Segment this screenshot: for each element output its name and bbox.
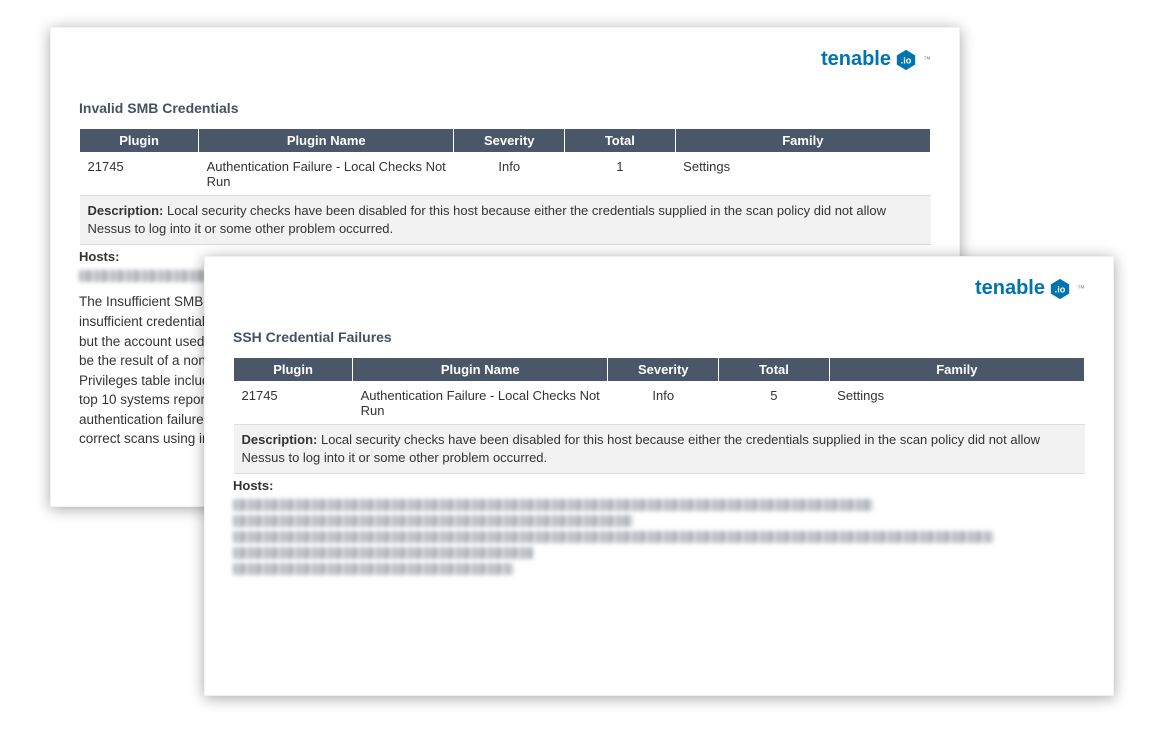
brand-name: tenable: [821, 48, 891, 71]
cell-plugin: 21745: [80, 153, 199, 196]
description-row: Description: Local security checks have …: [234, 425, 1085, 474]
table-row: 21745 Authentication Failure - Local Che…: [80, 153, 931, 196]
col-family: Family: [829, 358, 1084, 382]
description-text: Local security checks have been disabled…: [88, 203, 887, 236]
cell-plugin-name: Authentication Failure - Local Checks No…: [199, 153, 454, 196]
cell-severity: Info: [454, 153, 565, 196]
redacted-line: [233, 515, 633, 527]
cell-severity: Info: [608, 382, 719, 425]
stage: tenable .io ™ Invalid SMB Credentials Pl…: [0, 0, 1153, 746]
hosts-list-redacted: [233, 499, 1085, 575]
col-severity: Severity: [608, 358, 719, 382]
section-title-smb: Invalid SMB Credentials: [79, 100, 931, 116]
hosts-label: Hosts:: [233, 478, 1085, 493]
cell-family: Settings: [675, 153, 930, 196]
description-row: Description: Local security checks have …: [80, 196, 931, 245]
hex-icon: .io: [895, 49, 917, 71]
report-page-ssh: tenable .io ™ SSH Credential Failures Pl…: [204, 256, 1114, 696]
col-severity: Severity: [454, 129, 565, 153]
redacted-line: [233, 531, 993, 543]
description-label: Description:: [242, 432, 318, 447]
report-table-smb: Plugin Plugin Name Severity Total Family…: [79, 128, 931, 245]
redacted-line: [233, 563, 513, 575]
col-plugin: Plugin: [234, 358, 353, 382]
table-header-row: Plugin Plugin Name Severity Total Family: [80, 129, 931, 153]
hex-icon: .io: [1049, 278, 1071, 300]
trademark-icon: ™: [923, 55, 931, 64]
redacted-line: [233, 499, 873, 511]
cell-plugin-name: Authentication Failure - Local Checks No…: [353, 382, 608, 425]
col-plugin-name: Plugin Name: [353, 358, 608, 382]
report-table-ssh: Plugin Plugin Name Severity Total Family…: [233, 357, 1085, 474]
description-text: Local security checks have been disabled…: [242, 432, 1041, 465]
col-total: Total: [719, 358, 830, 382]
trademark-icon: ™: [1077, 284, 1085, 293]
brand-product: .io: [901, 55, 912, 65]
description-label: Description:: [88, 203, 164, 218]
brand-name: tenable: [975, 277, 1045, 300]
cell-family: Settings: [829, 382, 1084, 425]
brand-product: .io: [1055, 284, 1066, 294]
section-title-ssh: SSH Credential Failures: [233, 329, 1085, 345]
redacted-line: [233, 547, 533, 559]
table-row: 21745 Authentication Failure - Local Che…: [234, 382, 1085, 425]
cell-total: 1: [565, 153, 676, 196]
col-total: Total: [565, 129, 676, 153]
cell-total: 5: [719, 382, 830, 425]
table-header-row: Plugin Plugin Name Severity Total Family: [234, 358, 1085, 382]
brand-logo: tenable .io ™: [821, 48, 931, 71]
col-plugin-name: Plugin Name: [199, 129, 454, 153]
col-plugin: Plugin: [80, 129, 199, 153]
cell-plugin: 21745: [234, 382, 353, 425]
col-family: Family: [675, 129, 930, 153]
brand-logo: tenable .io ™: [975, 277, 1085, 300]
